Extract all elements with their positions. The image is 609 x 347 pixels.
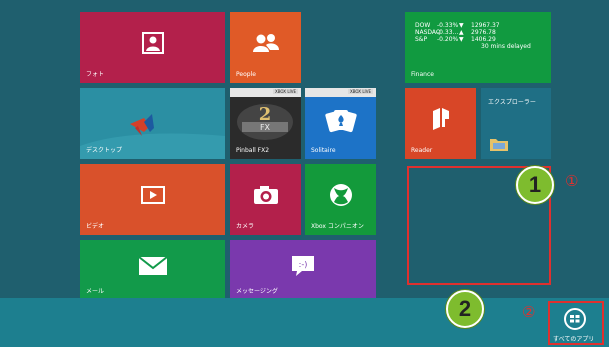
reader-icon — [432, 108, 449, 131]
tile-reader[interactable]: Reader — [405, 88, 476, 159]
stock-name: S&P — [415, 36, 428, 43]
tile-pinball-fx2[interactable]: XBOX LIVE 2 FX Pinball FX2 — [230, 88, 301, 159]
tile-label: Finance — [411, 71, 434, 78]
tile-photos[interactable]: フォト — [80, 12, 225, 83]
xbox-live-badge: XBOX LIVE — [348, 89, 373, 94]
tile-label: Solitaire — [311, 147, 336, 154]
tile-label: People — [236, 71, 256, 78]
tile-label: Xbox コンパニオン — [311, 223, 364, 230]
tile-label: カメラ — [236, 223, 255, 230]
stock-value: 12967.37 — [471, 22, 500, 29]
tile-finance[interactable]: DOW -0.33% ▼ 12967.37 NASDAQ -0.33... ▲ … — [405, 12, 551, 83]
camera-icon — [253, 186, 278, 205]
annotation-mark-2: ② — [522, 303, 536, 321]
messaging-icon: :-) — [292, 256, 314, 277]
all-apps-button[interactable] — [564, 308, 586, 330]
mail-icon — [137, 256, 168, 276]
folder-icon — [490, 139, 508, 151]
annotation-bubble-1: 1 — [516, 166, 554, 204]
tile-desktop[interactable]: デスクトップ — [80, 88, 225, 159]
photo-icon — [141, 32, 164, 55]
tile-label: メッセージング — [236, 288, 278, 295]
stock-list: DOW -0.33% ▼ 12967.37 NASDAQ -0.33... ▲ … — [415, 22, 511, 43]
xbox-icon — [329, 184, 352, 207]
stock-name: NASDAQ — [415, 29, 441, 36]
tile-messaging[interactable]: :-) メッセージング — [230, 240, 376, 300]
stock-value: 1406.29 — [471, 36, 496, 43]
annotation-bubble-2: 2 — [446, 290, 484, 328]
stock-change: -0.33... — [437, 29, 459, 36]
tile-label: Reader — [411, 147, 433, 154]
tile-solitaire[interactable]: XBOX LIVE Solitaire — [305, 88, 376, 159]
grid-icon — [570, 315, 580, 323]
delay-note: 30 mins delayed — [481, 43, 531, 50]
svg-text:2: 2 — [259, 104, 272, 125]
people-icon — [252, 34, 279, 53]
all-apps-label[interactable]: すべてのアプリ — [553, 334, 594, 343]
tile-people[interactable]: People — [230, 12, 301, 83]
annotation-mark-1: ① — [565, 172, 579, 190]
tile-label: エクスプローラー — [488, 99, 536, 106]
stock-arrow: ▼ — [459, 36, 464, 43]
tile-xbox-companion[interactable]: Xbox コンパニオン — [305, 164, 376, 235]
svg-text:FX: FX — [260, 123, 271, 132]
xbox-live-badge: XBOX LIVE — [273, 89, 298, 94]
cards-icon — [324, 109, 357, 132]
stock-change: -0.20% — [437, 36, 459, 43]
tile-label: Pinball FX2 — [236, 147, 270, 154]
tile-video[interactable]: ビデオ — [80, 164, 225, 235]
stock-change: -0.33% — [437, 22, 459, 29]
svg-text::-): :-) — [299, 260, 308, 269]
tile-label: フォト — [86, 71, 105, 78]
tile-camera[interactable]: カメラ — [230, 164, 301, 235]
tile-label: デスクトップ — [86, 147, 123, 154]
tile-mail[interactable]: メール — [80, 240, 225, 300]
app-bar — [0, 298, 609, 347]
tile-explorer[interactable]: エクスプローラー — [481, 88, 551, 159]
stock-name: DOW — [415, 22, 431, 29]
pinball-logo-icon: 2 FX — [237, 104, 293, 140]
video-play-icon — [140, 186, 165, 205]
start-screen: フォト People デスクトップ XBOX LIVE 2 FX Pinball… — [0, 0, 609, 347]
stock-value: 2976.78 — [471, 29, 496, 36]
stock-arrow: ▼ — [459, 22, 464, 29]
tile-label: メール — [86, 288, 105, 295]
stock-arrow: ▲ — [459, 29, 464, 36]
tile-label: ビデオ — [86, 223, 105, 230]
